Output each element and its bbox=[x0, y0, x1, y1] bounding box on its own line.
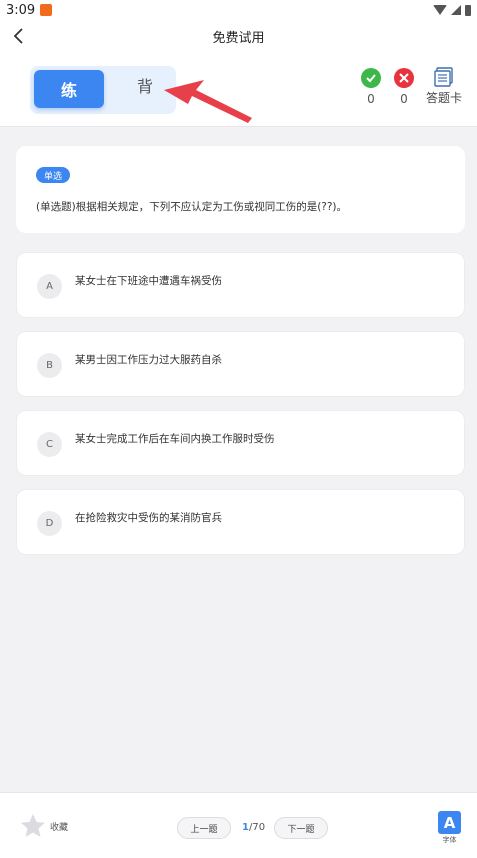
answer-card-label: 答题卡 bbox=[426, 91, 463, 105]
answer-card-icon bbox=[434, 67, 453, 87]
favorite-label: 收藏 bbox=[50, 822, 69, 833]
option-letter: B bbox=[37, 353, 62, 378]
practice-mode-button[interactable]: 练 bbox=[34, 70, 104, 108]
status-icons bbox=[433, 4, 471, 16]
option-text: 某女士完成工作后在车间内换工作服时受伤 bbox=[75, 433, 275, 445]
status-bar: 3:09 bbox=[0, 0, 477, 20]
font-size-button[interactable]: A 字体 bbox=[438, 811, 461, 845]
total-pages: /70 bbox=[248, 822, 266, 833]
current-page: 1 bbox=[242, 822, 249, 833]
option-text: 某女士在下班途中遭遇车祸受伤 bbox=[75, 275, 222, 287]
page-indicator: 1/70 bbox=[242, 822, 265, 833]
option-text: 某男士因工作压力过大服药自杀 bbox=[75, 354, 222, 366]
question-type-badge: 单选 bbox=[36, 167, 71, 183]
check-icon bbox=[361, 68, 381, 88]
favorite-button[interactable]: 收藏 bbox=[20, 813, 68, 839]
annotation-arrow-icon bbox=[164, 80, 252, 123]
question-card: 单选 (单选题)根据相关规定，下列不应认定为工伤或视同工伤的是(??)。 bbox=[16, 146, 465, 233]
nav-bar: 免费试用 bbox=[0, 20, 477, 52]
bottom-bar: 收藏 上一题 1/70 下一题 A 字体 bbox=[0, 792, 477, 858]
correct-count: 0 bbox=[367, 92, 375, 106]
signal-icon bbox=[451, 5, 461, 15]
font-label: 字体 bbox=[442, 836, 457, 844]
correct-stat: 0 bbox=[361, 68, 381, 106]
option-letter: C bbox=[37, 432, 62, 457]
mode-toggle: 练 背 bbox=[30, 66, 176, 114]
star-icon bbox=[21, 814, 45, 837]
question-text: (单选题)根据相关规定，下列不应认定为工伤或视同工伤的是(??)。 bbox=[36, 201, 348, 213]
page-title: 免费试用 bbox=[212, 30, 265, 46]
prev-question-button[interactable]: 上一题 bbox=[177, 817, 231, 839]
notification-icon bbox=[40, 4, 53, 16]
battery-icon bbox=[465, 4, 471, 16]
option-letter: D bbox=[37, 511, 62, 536]
back-arrow-icon[interactable] bbox=[10, 27, 28, 45]
option-text: 在抢险救灾中受伤的某消防官兵 bbox=[75, 512, 222, 524]
cross-icon bbox=[394, 68, 414, 88]
answer-card-button[interactable]: 答题卡 bbox=[426, 67, 462, 106]
option-a[interactable]: A 某女士在下班途中遭遇车祸受伤 bbox=[16, 252, 465, 318]
option-b[interactable]: B 某男士因工作压力过大服药自杀 bbox=[16, 331, 465, 397]
option-c[interactable]: C 某女士完成工作后在车间内换工作服时受伤 bbox=[16, 410, 465, 476]
wrong-count: 0 bbox=[400, 92, 408, 106]
option-letter: A bbox=[37, 274, 62, 299]
option-d[interactable]: D 在抢险救灾中受伤的某消防官兵 bbox=[16, 489, 465, 555]
wrong-stat: 0 bbox=[394, 68, 414, 106]
next-question-button[interactable]: 下一题 bbox=[274, 817, 328, 839]
status-time: 3:09 bbox=[6, 2, 36, 18]
font-icon: A bbox=[438, 811, 461, 834]
wifi-icon bbox=[433, 5, 447, 15]
